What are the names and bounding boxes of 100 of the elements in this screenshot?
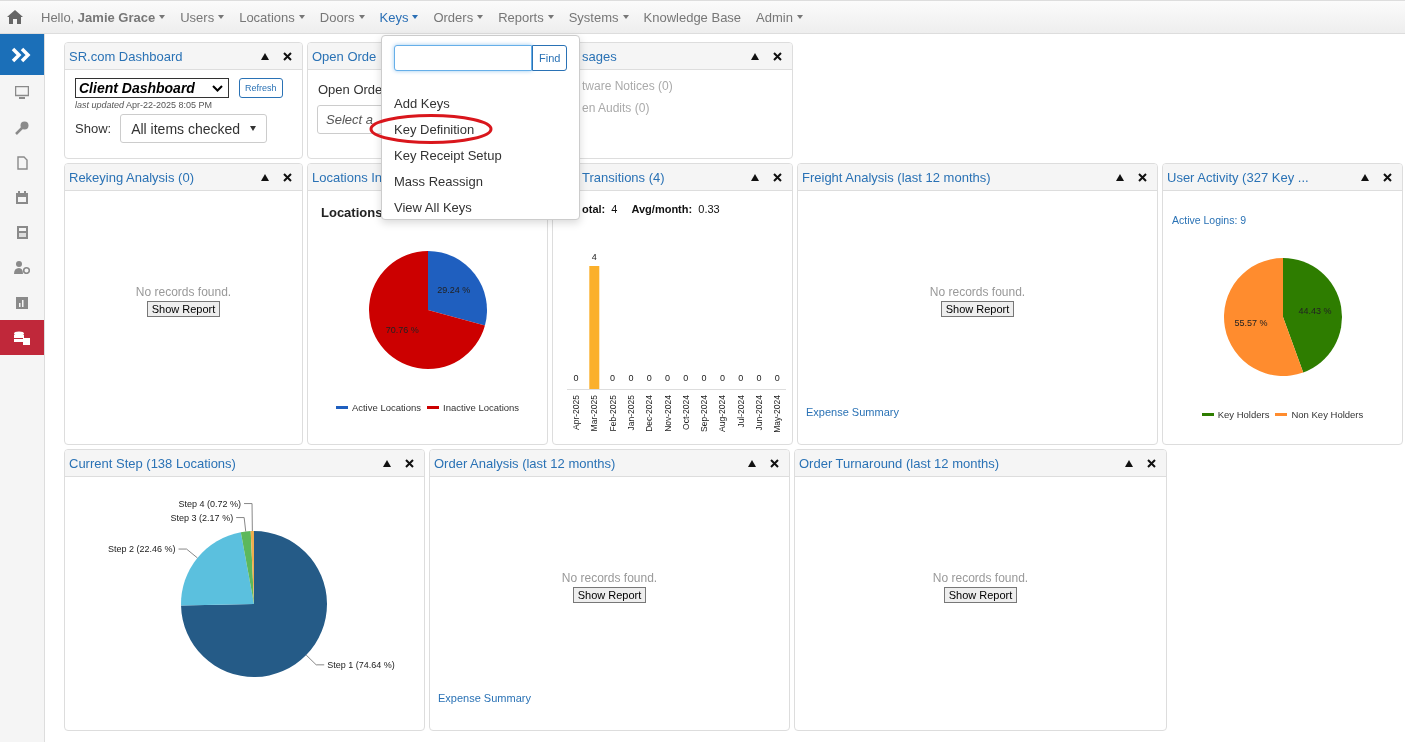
axis-category-label: Apr-2025 bbox=[571, 395, 581, 430]
show-report-button[interactable]: Show Report bbox=[572, 587, 647, 603]
show-report-button[interactable]: Show Report bbox=[940, 301, 1015, 317]
bar-value-label: 0 bbox=[665, 373, 670, 383]
nav-menu-item[interactable]: Keys bbox=[373, 9, 428, 25]
last-updated-text: last updated Apr-22-2025 8:05 PM bbox=[75, 100, 214, 110]
axis-category-label: Jul-2024 bbox=[735, 395, 746, 428]
menu-item[interactable]: View All Keys bbox=[394, 199, 472, 215]
sidebar-toggle-button[interactable] bbox=[0, 34, 44, 75]
panel-title: sages bbox=[582, 48, 617, 64]
collapse-icon[interactable] bbox=[748, 459, 756, 467]
expense-summary-link[interactable]: Expense Summary bbox=[438, 692, 531, 704]
close-icon[interactable] bbox=[770, 458, 779, 468]
nav-menu-item[interactable]: Knowledge Base bbox=[637, 9, 751, 25]
show-report-button[interactable]: Show Report bbox=[943, 587, 1018, 603]
collapse-icon[interactable] bbox=[1361, 173, 1369, 181]
monitor-icon bbox=[15, 86, 29, 99]
find-button[interactable]: Find bbox=[532, 45, 568, 71]
collapse-icon[interactable] bbox=[1116, 173, 1124, 181]
legend-item[interactable]: Inactive Locations bbox=[427, 402, 520, 413]
bar-value-label: 4 bbox=[591, 252, 597, 262]
menu-item[interactable]: Key Receipt Setup bbox=[394, 147, 502, 163]
legend-item[interactable]: Active Locations bbox=[335, 402, 422, 413]
chevron-down-icon bbox=[212, 84, 223, 92]
axis-category-label: Jun-2024 bbox=[754, 395, 764, 431]
dashboard-select[interactable]: Client Dashboard bbox=[75, 78, 229, 98]
collapse-icon[interactable] bbox=[751, 52, 759, 60]
close-icon[interactable] bbox=[1138, 172, 1147, 182]
nav-menu-item[interactable]: Locations bbox=[233, 9, 314, 25]
panel-title: Freight Analysis (last 12 months) bbox=[802, 169, 991, 185]
bar-value-label: 0 bbox=[646, 373, 652, 383]
bar-value-label: 0 bbox=[756, 373, 762, 383]
expense-summary-link[interactable]: Expense Summary bbox=[806, 406, 899, 418]
nav-menu-item[interactable]: Admin bbox=[750, 9, 812, 25]
panel-title: Open Orde bbox=[312, 48, 377, 64]
no-records-message: No records found. bbox=[929, 285, 1026, 299]
collapse-icon[interactable] bbox=[751, 173, 759, 181]
collapse-icon[interactable] bbox=[261, 52, 269, 60]
legend-swatch bbox=[427, 406, 440, 409]
panel-title: Rekeying Analysis (0) bbox=[69, 169, 194, 185]
pie-value-label: Step 3 (2.17 %) bbox=[170, 512, 234, 523]
pie-value-label: 44.43 % bbox=[1298, 306, 1332, 317]
stat-text: Avg/month: 0.33 bbox=[631, 203, 720, 215]
nav-menu-item[interactable]: Reports bbox=[492, 9, 563, 25]
legend-label: Non Key Holders bbox=[1291, 409, 1364, 420]
collapse-icon[interactable] bbox=[383, 459, 391, 467]
legend-label: Active Locations bbox=[351, 402, 422, 413]
close-icon[interactable] bbox=[283, 172, 292, 182]
no-records-message: No records found. bbox=[135, 285, 232, 299]
collapse-icon[interactable] bbox=[261, 173, 269, 181]
panel-title: Current Step (138 Locations) bbox=[69, 455, 236, 471]
leader-line bbox=[178, 548, 198, 559]
nav-menu-item[interactable]: Users bbox=[174, 9, 234, 25]
close-icon[interactable] bbox=[773, 51, 782, 61]
legend-item[interactable]: Key Holders bbox=[1201, 409, 1270, 420]
pie-value-label: 70.76 % bbox=[385, 324, 419, 335]
menu-item[interactable]: Mass Reassign bbox=[394, 173, 483, 189]
sidebar-item[interactable] bbox=[0, 320, 44, 355]
legend-item[interactable]: Non Key Holders bbox=[1275, 409, 1364, 420]
nav-menu-item[interactable]: Doors bbox=[313, 9, 374, 25]
close-icon[interactable] bbox=[1383, 172, 1392, 182]
menu-item[interactable]: Add Keys bbox=[394, 95, 450, 111]
axis-category-label: Mar-2025 bbox=[589, 395, 600, 432]
panel-title: Order Turnaround (last 12 months) bbox=[799, 455, 1000, 471]
close-icon[interactable] bbox=[1147, 458, 1156, 468]
nav-menu-item[interactable]: Hello, Jamie Grace bbox=[35, 9, 175, 25]
pie-value-label: Step 2 (22.46 %) bbox=[108, 544, 176, 555]
pie-value-label: 29.24 % bbox=[437, 285, 471, 296]
nav-menu-item[interactable]: Orders bbox=[427, 9, 493, 25]
legend-label: Inactive Locations bbox=[443, 402, 520, 413]
bar-value-label: 0 bbox=[683, 373, 689, 383]
active-logins-link[interactable]: Active Logins: 9 bbox=[1172, 214, 1402, 227]
show-dropdown[interactable]: All items checked bbox=[120, 114, 268, 143]
panel-title: User Activity (327 Key ... bbox=[1167, 169, 1309, 185]
refresh-button[interactable]: Refresh bbox=[239, 78, 283, 98]
document-icon bbox=[16, 155, 28, 170]
axis-category-label: Dec-2024 bbox=[644, 395, 655, 432]
no-records-message: No records found. bbox=[561, 571, 658, 585]
calculator-icon bbox=[16, 226, 28, 239]
no-records-message: No records found. bbox=[932, 571, 1029, 585]
axis-category-label: Jan-2025 bbox=[625, 395, 636, 431]
legend-label: Key Holders bbox=[1217, 409, 1270, 420]
bar-chart-icon bbox=[16, 296, 28, 309]
show-report-button[interactable]: Show Report bbox=[146, 301, 221, 317]
nav-menu-item[interactable]: Systems bbox=[562, 9, 638, 25]
close-icon[interactable] bbox=[773, 172, 782, 182]
close-icon[interactable] bbox=[283, 51, 292, 61]
collapse-icon[interactable] bbox=[1125, 459, 1133, 467]
bar-value-label: 0 bbox=[701, 373, 707, 383]
legend-swatch bbox=[1275, 413, 1288, 416]
axis-category-label: May-2024 bbox=[772, 395, 783, 433]
axis-category-label: Aug-2024 bbox=[717, 395, 728, 432]
close-icon[interactable] bbox=[405, 458, 414, 468]
chart-heading: Locations bbox=[321, 205, 383, 220]
bar-value-label: 0 bbox=[774, 373, 780, 383]
axis-category-label: Nov-2024 bbox=[662, 395, 673, 432]
axis-category-label: Sep-2024 bbox=[699, 395, 710, 432]
search-field[interactable] bbox=[394, 45, 532, 71]
show-label: Show: bbox=[75, 121, 112, 136]
home-icon[interactable] bbox=[7, 10, 23, 24]
